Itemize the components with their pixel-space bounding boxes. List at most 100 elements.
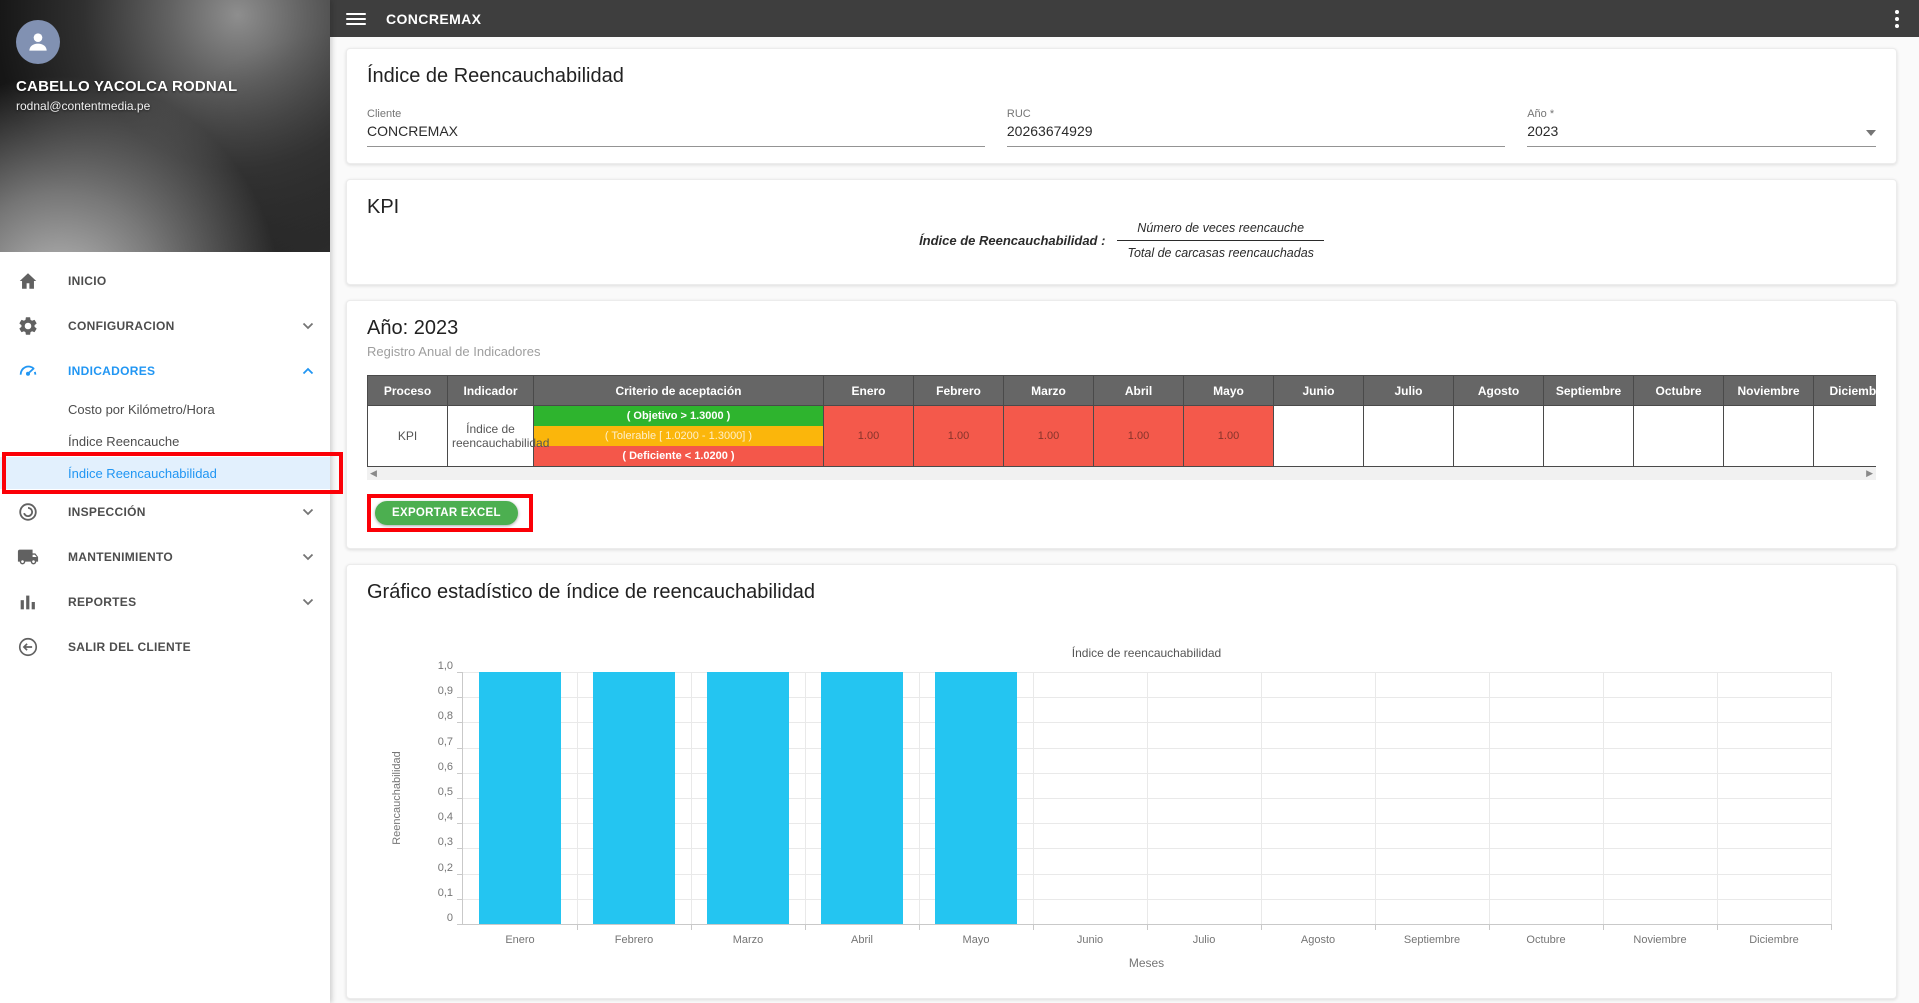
sidebar-item-label: MANTENIMIENTO	[68, 549, 174, 564]
field-value[interactable]: 2023	[1527, 123, 1876, 147]
x-axis-label: Meses	[1128, 956, 1165, 970]
chevron-down-icon	[302, 553, 314, 560]
field-ao[interactable]: Año * 2023	[1527, 108, 1876, 147]
scroll-left-icon[interactable]: ◀	[370, 469, 377, 478]
sidebar-item-costo-por-kilómetro-hora[interactable]: Costo por Kilómetro/Hora	[0, 393, 330, 425]
annotation-box-export: EXPORTAR EXCEL	[367, 494, 533, 532]
sidebar-item-label: INSPECCIÓN	[68, 504, 146, 519]
sidebar-item-índice-reencauche[interactable]: Índice Reencauche	[0, 425, 330, 457]
column-header-noviembre: Noviembre	[1723, 375, 1814, 406]
sidebar-item-configuracion[interactable]: CONFIGURACION	[0, 303, 330, 348]
x-tick	[1147, 924, 1148, 930]
horizontal-scrollbar[interactable]: ◀ ▶	[367, 467, 1876, 480]
column-header-octubre: Octubre	[1633, 375, 1724, 406]
gridline-vertical	[691, 672, 692, 924]
field-cliente[interactable]: Cliente CONCREMAX	[367, 108, 985, 147]
y-tick-label: 0,3	[437, 836, 453, 849]
cell-month-octubre	[1633, 405, 1724, 467]
x-tick	[1603, 924, 1604, 930]
gridline-vertical	[919, 672, 920, 924]
field-value[interactable]: 20263674929	[1006, 123, 1506, 147]
person-icon	[29, 33, 47, 51]
kpi-formula: Índice de Reencauchabilidad : Número de …	[367, 221, 1876, 260]
sidebar-item-inspección[interactable]: INSPECCIÓN	[0, 489, 330, 534]
sidebar-item-salir-del-cliente[interactable]: SALIR DEL CLIENTE	[0, 624, 330, 669]
field-value[interactable]: CONCREMAX	[367, 123, 985, 147]
x-tick	[577, 924, 578, 930]
y-tick	[457, 672, 463, 673]
sidebar-item-índice-reencauchabilidad[interactable]: Índice Reencauchabilidad	[0, 452, 343, 494]
cell-month-septiembre	[1543, 405, 1634, 467]
sidebar-item-inicio[interactable]: INICIO	[0, 258, 330, 303]
x-tick	[805, 924, 806, 930]
x-tick	[1717, 924, 1718, 930]
gridline-vertical	[1717, 672, 1718, 924]
field-label: Año *	[1527, 108, 1555, 120]
cell-month-diciembre	[1813, 405, 1876, 467]
indicators-table: Proceso Indicador Criterio de aceptación En…	[367, 375, 1876, 467]
bar-febrero	[592, 672, 676, 924]
scroll-right-icon[interactable]: ▶	[1866, 469, 1873, 478]
column-header-agosto: Agosto	[1453, 375, 1544, 406]
sidebar-item-label: Índice Reencauche	[68, 433, 180, 449]
main-area: CONCREMAX Índice de Reencauchabilidad Cl…	[330, 0, 1919, 1003]
bar-abril	[820, 672, 904, 924]
y-tick-label: 0,5	[437, 786, 453, 798]
formula-fraction: Número de veces reencauche Total de carc…	[1117, 221, 1324, 260]
x-category-label: Mayo	[962, 934, 990, 946]
x-category-label: Agosto	[1300, 934, 1336, 946]
sidebar-item-label: INDICADORES	[68, 363, 156, 378]
field-label: Cliente	[367, 108, 402, 120]
x-category-label: Marzo	[732, 934, 764, 946]
y-tick	[457, 697, 463, 699]
sidebar-item-reportes[interactable]: REPORTES	[0, 579, 330, 624]
criteria-band: ( Objetivo > 1.3000 )	[534, 406, 823, 426]
column-header-enero: Enero	[823, 375, 914, 406]
gridline-vertical	[1261, 672, 1262, 924]
field-label: RUC	[1006, 108, 1031, 120]
y-tick	[457, 798, 463, 799]
field-ruc[interactable]: RUC 20263674929	[1006, 108, 1506, 147]
avatar	[16, 20, 60, 64]
cell-month-julio	[1363, 405, 1454, 467]
speedometer-icon	[16, 359, 40, 383]
column-header-febrero: Febrero	[913, 375, 1004, 406]
sidebar-item-mantenimiento[interactable]: MANTENIMIENTO	[0, 534, 330, 579]
column-header-indicador: Indicador	[447, 375, 534, 406]
column-header-diciembre: Diciembre	[1813, 375, 1876, 406]
more-options-icon[interactable]	[1891, 6, 1903, 32]
sidebar-item-label: REPORTES	[68, 594, 137, 609]
sidebar-item-indicadores[interactable]: INDICADORES	[0, 348, 330, 393]
exit-icon	[16, 635, 40, 659]
menu-icon[interactable]	[346, 10, 366, 28]
sidebar-nav: INICIO CONFIGURACION INDICADORES Costo por …	[0, 252, 343, 669]
y-tick-label: 0,7	[437, 735, 453, 748]
x-category-label: Enero	[505, 934, 535, 946]
cell-month-junio	[1273, 405, 1364, 467]
truck-icon	[16, 545, 40, 569]
y-tick	[457, 873, 463, 875]
y-tick	[457, 722, 463, 724]
inspection-icon	[16, 500, 40, 524]
cell-month-agosto	[1453, 405, 1544, 467]
app-bar: CONCREMAX	[330, 0, 1919, 37]
cell-proceso: KPI	[367, 405, 448, 467]
y-tick-label: 0,9	[437, 685, 453, 698]
chevron-down-icon	[302, 508, 314, 515]
gear-icon	[16, 314, 40, 338]
x-category-label: Noviembre	[1633, 934, 1687, 946]
chart-card: Gráfico estadístico de índice de reencau…	[346, 564, 1897, 999]
column-header-septiembre: Septiembre	[1543, 375, 1634, 406]
column-header-criterio-de-aceptaci-n: Criterio de aceptación	[533, 375, 824, 406]
x-category-label: Febrero	[614, 934, 654, 946]
cell-month-mayo: 1.00	[1183, 405, 1274, 467]
criteria-band: ( Deficiente < 1.0200 )	[534, 446, 823, 466]
cell-criterio: ( Objetivo > 1.3000 )( Tolerable [ 1.020…	[533, 405, 824, 467]
export-excel-button[interactable]: EXPORTAR EXCEL	[375, 501, 518, 525]
sidebar-item-label: CONFIGURACION	[68, 318, 175, 333]
x-tick	[919, 924, 920, 930]
chevron-up-icon	[302, 367, 314, 374]
home-icon	[16, 269, 40, 293]
bar-enero	[478, 672, 562, 924]
y-tick	[457, 823, 463, 825]
